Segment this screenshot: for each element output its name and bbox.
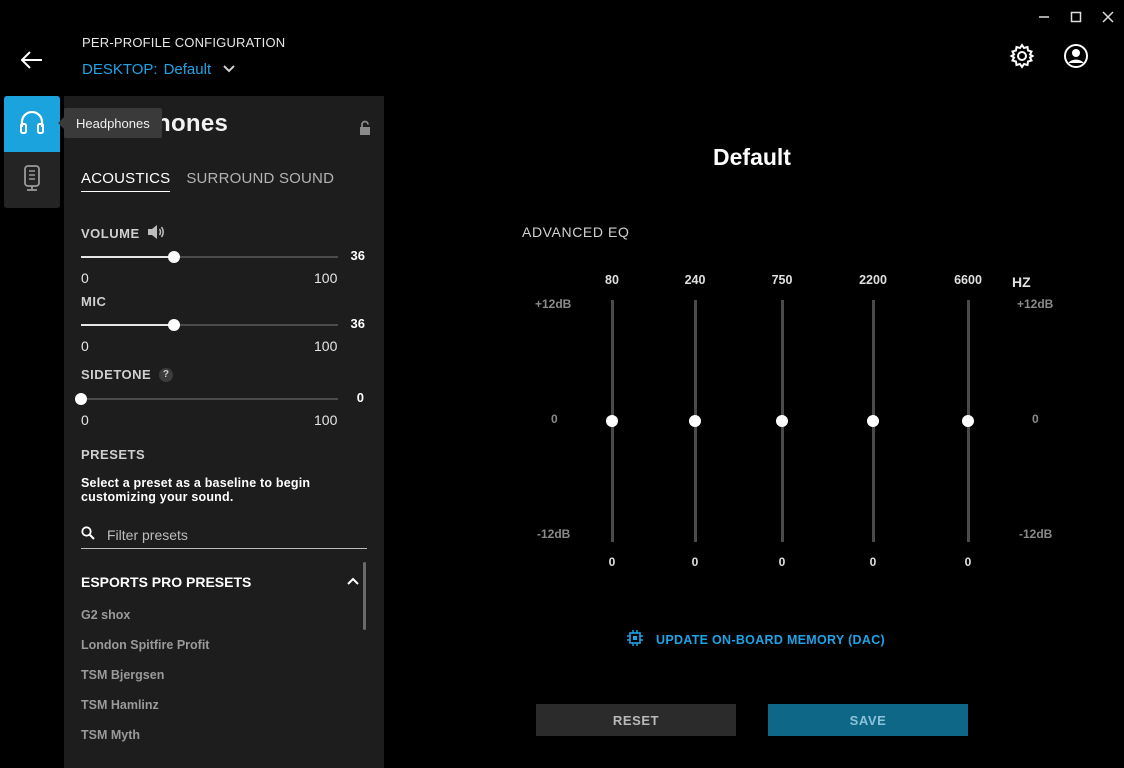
tab-surround-sound[interactable]: SURROUND SOUND bbox=[186, 170, 334, 192]
preset-item-tsm-hamlinz[interactable]: TSM Hamlinz bbox=[81, 698, 159, 712]
mic-slider-fill bbox=[81, 324, 174, 326]
eq-band-6600-freq-label: 6600 bbox=[954, 273, 982, 287]
sidetone-value: 0 bbox=[356, 390, 364, 405]
preset-item-g2-shox[interactable]: G2 shox bbox=[81, 608, 130, 622]
microphone-device-icon bbox=[20, 164, 44, 197]
rail-tooltip: Headphones bbox=[58, 108, 162, 138]
db-mid-right: 0 bbox=[1032, 412, 1039, 426]
eq-band-2200-freq-label: 2200 bbox=[859, 273, 887, 287]
volume-value: 36 bbox=[350, 248, 365, 263]
db-mid-left: 0 bbox=[551, 412, 558, 426]
db-top-right: +12dB bbox=[1017, 297, 1054, 311]
chevron-down-icon bbox=[223, 61, 235, 78]
profile-title: Default bbox=[713, 144, 791, 170]
account-icon[interactable] bbox=[1062, 42, 1090, 70]
esports-presets-group-header[interactable]: ESPORTS PRO PRESETS bbox=[81, 574, 359, 590]
profile-name: Default bbox=[163, 61, 212, 78]
db-top-left: +12dB bbox=[535, 297, 572, 311]
db-bottom-left: -12dB bbox=[537, 527, 571, 541]
search-icon bbox=[81, 525, 95, 545]
maximize-button[interactable] bbox=[1064, 6, 1088, 28]
mic-max: 100 bbox=[314, 338, 338, 354]
device-rail bbox=[4, 96, 60, 208]
headphones-icon bbox=[18, 109, 46, 140]
volume-min: 0 bbox=[81, 270, 89, 286]
close-button[interactable] bbox=[1096, 6, 1120, 28]
speaker-icon bbox=[146, 224, 166, 243]
volume-label-row: VOLUME bbox=[81, 224, 166, 243]
eq-band-2200-value: 0 bbox=[869, 555, 877, 569]
profile-selector[interactable]: DESKTOP: Default bbox=[82, 61, 235, 78]
eq-band-2200-thumb[interactable] bbox=[867, 415, 879, 427]
advanced-eq-title: ADVANCED EQ bbox=[522, 224, 630, 240]
eq-band-750-value: 0 bbox=[778, 555, 786, 569]
preset-item-tsm-bjergsen[interactable]: TSM Bjergsen bbox=[81, 668, 164, 682]
profile-prefix: DESKTOP: bbox=[82, 61, 158, 78]
eq-band-750-thumb[interactable] bbox=[776, 415, 788, 427]
reset-button[interactable]: RESET bbox=[536, 704, 736, 736]
preset-search-input[interactable] bbox=[105, 526, 359, 544]
settings-panel: hones ACOUSTICS SURROUND SOUND VOLUME 36… bbox=[64, 96, 384, 768]
panel-title: hones bbox=[156, 110, 229, 137]
panel-tabs: ACOUSTICS SURROUND SOUND bbox=[81, 170, 334, 192]
sidetone-slider-track bbox=[81, 398, 338, 400]
update-onboard-memory-label: UPDATE ON-BOARD MEMORY (DAC) bbox=[656, 632, 885, 647]
gear-icon[interactable] bbox=[1008, 42, 1036, 70]
rail-item-headphones[interactable] bbox=[4, 96, 60, 152]
minimize-button[interactable] bbox=[1032, 6, 1056, 28]
volume-label: VOLUME bbox=[81, 226, 140, 241]
mic-slider-thumb[interactable] bbox=[167, 319, 180, 331]
back-arrow-icon[interactable] bbox=[18, 46, 46, 74]
sidetone-max: 100 bbox=[314, 412, 338, 428]
update-onboard-memory-button[interactable]: UPDATE ON-BOARD MEMORY (DAC) bbox=[626, 629, 885, 650]
save-button[interactable]: SAVE bbox=[768, 704, 968, 736]
volume-max: 100 bbox=[314, 270, 338, 286]
sidetone-label: SIDETONE bbox=[81, 367, 152, 382]
sidetone-slider[interactable] bbox=[75, 392, 338, 406]
eq-band-240-value: 0 bbox=[691, 555, 699, 569]
eq-band-750-freq-label: 750 bbox=[771, 273, 793, 287]
volume-slider[interactable] bbox=[81, 250, 338, 264]
db-bottom-right: -12dB bbox=[1019, 527, 1053, 541]
lock-icon[interactable] bbox=[358, 120, 372, 141]
mic-slider[interactable] bbox=[81, 318, 338, 332]
preset-item-london-spitfire-profit[interactable]: London Spitfire Profit bbox=[81, 638, 209, 652]
help-icon-glyph: ? bbox=[162, 369, 170, 380]
eq-band-80-thumb[interactable] bbox=[606, 415, 618, 427]
page-header-title: PER-PROFILE CONFIGURATION bbox=[82, 35, 286, 50]
help-icon[interactable]: ? bbox=[159, 367, 174, 382]
eq-band-6600-value: 0 bbox=[964, 555, 972, 569]
volume-slider-fill bbox=[81, 256, 174, 258]
presets-label: PRESETS bbox=[81, 447, 146, 462]
hz-label: HZ bbox=[1012, 274, 1031, 290]
presets-description: Select a preset as a baseline to begin c… bbox=[81, 476, 311, 504]
esports-presets-group-label: ESPORTS PRO PRESETS bbox=[81, 574, 252, 590]
chip-icon bbox=[626, 629, 644, 650]
chevron-up-icon bbox=[347, 574, 359, 590]
mic-label: MIC bbox=[81, 294, 107, 309]
eq-band-240-freq-label: 240 bbox=[684, 273, 706, 287]
preset-item-tsm-myth[interactable]: TSM Myth bbox=[81, 728, 140, 742]
eq-band-80-value: 0 bbox=[608, 555, 616, 569]
volume-slider-thumb[interactable] bbox=[167, 251, 180, 263]
sidetone-slider-thumb[interactable] bbox=[75, 393, 87, 405]
preset-search bbox=[81, 522, 367, 549]
eq-band-80-freq-label: 80 bbox=[605, 273, 619, 287]
eq-band-240-thumb[interactable] bbox=[689, 415, 701, 427]
mic-min: 0 bbox=[81, 338, 89, 354]
rail-item-device-mic[interactable] bbox=[4, 152, 60, 208]
tab-acoustics[interactable]: ACOUSTICS bbox=[81, 170, 171, 192]
eq-band-6600-thumb[interactable] bbox=[962, 415, 974, 427]
mic-value: 36 bbox=[350, 316, 365, 331]
presets-scrollbar[interactable] bbox=[363, 562, 366, 630]
sidetone-min: 0 bbox=[81, 412, 89, 428]
sidetone-label-row: SIDETONE ? bbox=[81, 367, 174, 382]
